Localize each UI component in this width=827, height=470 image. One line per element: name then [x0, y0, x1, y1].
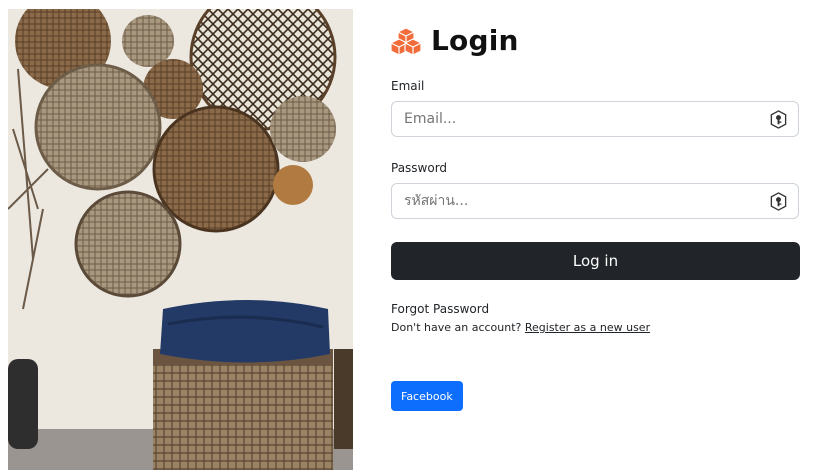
key-badge-icon[interactable] [769, 192, 788, 211]
facebook-login-button[interactable]: Facebook [391, 381, 463, 411]
email-label: Email [391, 79, 425, 93]
hero-photo [8, 9, 353, 470]
login-form: Login Email Password Log in Forgot Passw… [391, 0, 801, 470]
register-prompt: Don't have an account? Register as a new… [391, 321, 650, 334]
page-title: Login [431, 24, 519, 57]
password-field-wrapper [391, 183, 799, 219]
forgot-password-link[interactable]: Forgot Password [391, 302, 489, 316]
boxes-icon [391, 26, 421, 56]
page-heading: Login [391, 24, 519, 57]
login-button[interactable]: Log in [391, 242, 800, 280]
register-prompt-text: Don't have an account? [391, 321, 522, 334]
register-link[interactable]: Register as a new user [525, 321, 650, 334]
email-field-wrapper [391, 101, 799, 137]
key-badge-icon[interactable] [769, 110, 788, 129]
email-field[interactable] [392, 102, 764, 136]
password-label: Password [391, 161, 448, 175]
password-field[interactable] [392, 184, 764, 218]
